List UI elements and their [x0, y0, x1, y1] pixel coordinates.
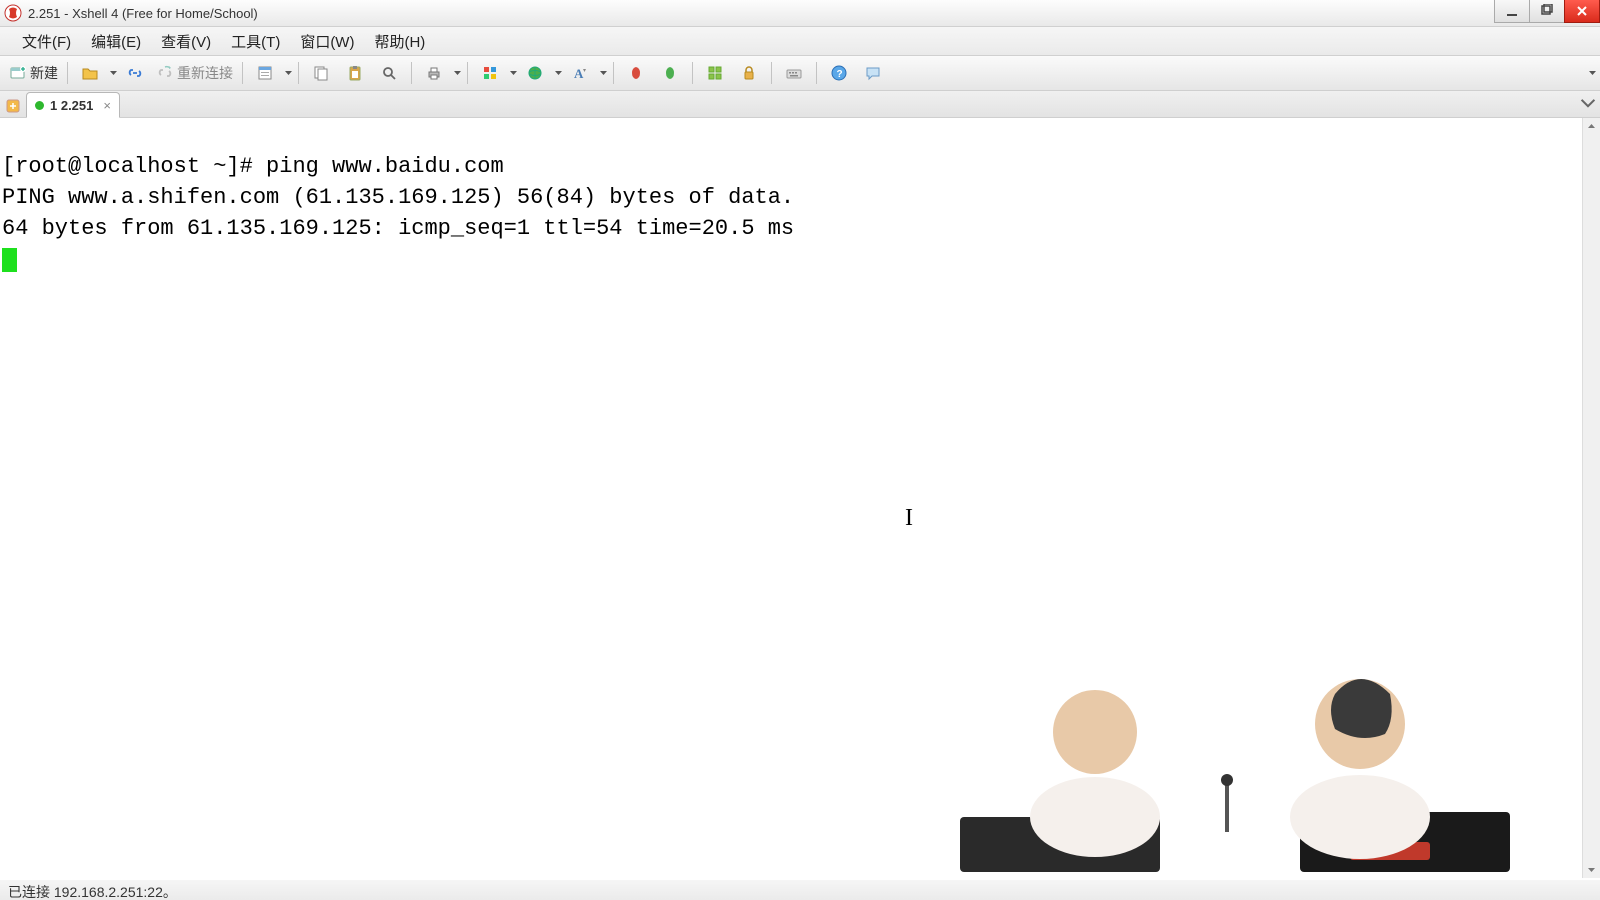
- reconnect-label: 重新连接: [177, 63, 233, 83]
- window-controls: [1495, 0, 1600, 23]
- font-button[interactable]: A: [564, 60, 596, 86]
- menu-view[interactable]: 查看(V): [151, 28, 221, 55]
- separator: [613, 62, 614, 84]
- window-title: 2.251 - Xshell 4 (Free for Home/School): [28, 6, 258, 21]
- toolbar: 新建 重新连接 A ?: [0, 56, 1600, 91]
- open-button[interactable]: [74, 60, 106, 86]
- scroll-up-icon[interactable]: [1583, 118, 1600, 135]
- app-icon: [4, 4, 28, 22]
- color-dropdown[interactable]: [509, 70, 517, 77]
- new-session-label: 新建: [30, 63, 58, 83]
- menu-file[interactable]: 文件(F): [12, 28, 81, 55]
- status-bar: 已连接 192.168.2.251:22。: [0, 878, 1600, 900]
- separator: [771, 62, 772, 84]
- tab-overflow-button[interactable]: [1580, 95, 1596, 111]
- title-bar: 2.251 - Xshell 4 (Free for Home/School): [0, 0, 1600, 27]
- terminal-line: 64 bytes from 61.135.169.125: icmp_seq=1…: [2, 216, 794, 241]
- session-tab-1[interactable]: 1 2.251 ×: [26, 92, 120, 118]
- menu-tools[interactable]: 工具(T): [221, 28, 290, 55]
- font-dropdown[interactable]: [599, 70, 607, 77]
- xagent-red-icon[interactable]: [620, 60, 652, 86]
- maximize-button[interactable]: [1529, 0, 1565, 23]
- presenter-overlay: [920, 642, 1540, 872]
- separator: [816, 62, 817, 84]
- toolbar-overflow[interactable]: [1588, 70, 1596, 77]
- help-button[interactable]: ?: [823, 60, 855, 86]
- open-dropdown[interactable]: [109, 70, 117, 77]
- menu-help[interactable]: 帮助(H): [364, 28, 435, 55]
- tile-button[interactable]: [699, 60, 731, 86]
- separator: [298, 62, 299, 84]
- separator: [692, 62, 693, 84]
- tab-label: 1 2.251: [50, 98, 93, 113]
- paste-button[interactable]: [339, 60, 371, 86]
- tab-bar: 1 2.251 ×: [0, 91, 1600, 118]
- close-button[interactable]: [1564, 0, 1600, 23]
- menu-bar: 文件(F) 编辑(E) 查看(V) 工具(T) 窗口(W) 帮助(H): [0, 27, 1600, 56]
- reconnect-button[interactable]: 重新连接: [153, 60, 236, 86]
- tab-close-icon[interactable]: ×: [103, 99, 111, 112]
- web-dropdown[interactable]: [554, 70, 562, 77]
- add-tab-button[interactable]: [2, 95, 24, 117]
- status-text: 已连接 192.168.2.251:22。: [8, 882, 177, 900]
- text-cursor-ibeam: I: [905, 503, 913, 534]
- properties-button[interactable]: [249, 60, 281, 86]
- separator: [67, 62, 68, 84]
- print-dropdown[interactable]: [453, 70, 461, 77]
- reconnect-link-icon[interactable]: [119, 60, 151, 86]
- new-session-button[interactable]: 新建: [6, 60, 61, 86]
- menu-edit[interactable]: 编辑(E): [81, 28, 151, 55]
- keyboard-button[interactable]: [778, 60, 810, 86]
- web-button[interactable]: [519, 60, 551, 86]
- svg-text:A: A: [574, 66, 584, 81]
- separator: [467, 62, 468, 84]
- color-scheme-button[interactable]: [474, 60, 506, 86]
- terminal-line: [root@localhost ~]# ping www.baidu.com: [2, 154, 504, 179]
- separator: [411, 62, 412, 84]
- print-button[interactable]: [418, 60, 450, 86]
- copy-button[interactable]: [305, 60, 337, 86]
- scroll-down-icon[interactable]: [1583, 861, 1600, 878]
- find-button[interactable]: [373, 60, 405, 86]
- terminal-line: PING www.a.shifen.com (61.135.169.125) 5…: [2, 185, 794, 210]
- connected-dot-icon: [35, 101, 44, 110]
- xagent-green-icon[interactable]: [654, 60, 686, 86]
- chat-icon[interactable]: [857, 60, 889, 86]
- svg-text:?: ?: [837, 69, 843, 80]
- terminal-cursor: [2, 248, 17, 272]
- menu-window[interactable]: 窗口(W): [290, 28, 364, 55]
- lock-button[interactable]: [733, 60, 765, 86]
- properties-dropdown[interactable]: [284, 70, 292, 77]
- minimize-button[interactable]: [1494, 0, 1530, 23]
- separator: [242, 62, 243, 84]
- vertical-scrollbar[interactable]: [1582, 118, 1600, 878]
